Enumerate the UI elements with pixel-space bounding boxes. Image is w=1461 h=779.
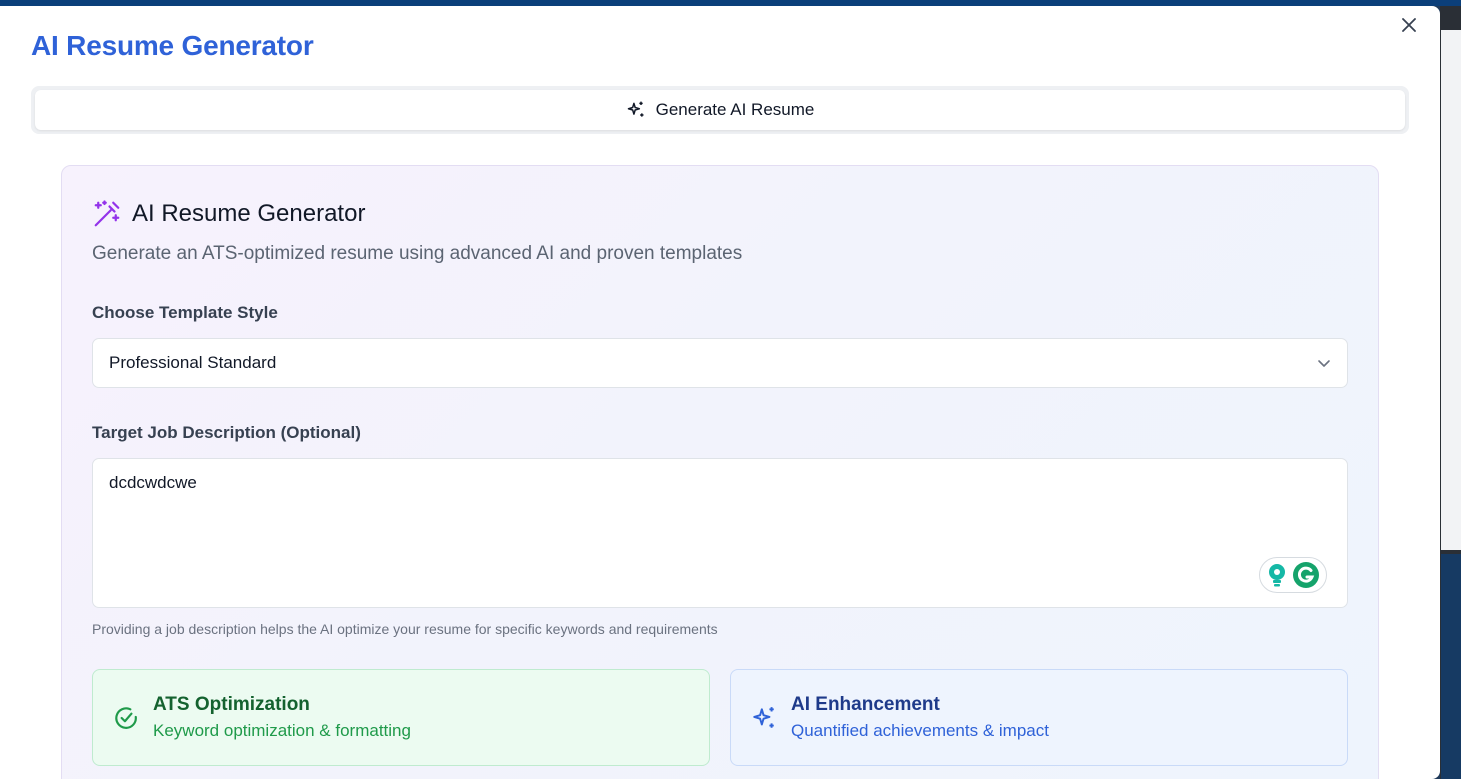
tab-generate-ai-resume[interactable]: Generate AI Resume (35, 90, 1405, 130)
feature-ats-optimization: ATS Optimization Keyword optimization & … (92, 669, 710, 766)
template-style-value: Professional Standard (109, 353, 277, 372)
tab-label: Generate AI Resume (655, 100, 815, 119)
feature-title: AI Enhancement (791, 694, 940, 715)
background-panel (1441, 30, 1461, 550)
background-app (1440, 6, 1461, 779)
job-description-helper: Providing a job description helps the AI… (92, 621, 718, 637)
feature-ai-enhancement: AI Enhancement Quantified achievements &… (730, 669, 1348, 766)
grammarly-icon (1293, 562, 1319, 588)
feature-description: Keyword optimization & formatting (153, 721, 411, 740)
template-style-label: Choose Template Style (92, 303, 278, 322)
close-button[interactable] (1398, 14, 1420, 36)
background-panel-blue (1441, 554, 1461, 779)
job-description-value: dcdcwdcwe (109, 473, 197, 492)
resume-generator-modal: AI Resume Generator Generate AI Resume A… (0, 6, 1440, 779)
job-description-textarea[interactable]: dcdcwdcwe (92, 458, 1348, 608)
card-title: AI Resume Generator (132, 200, 366, 227)
chevron-down-icon (1318, 360, 1330, 367)
modal-title: AI Resume Generator (31, 30, 314, 61)
sparkles-icon (753, 706, 774, 728)
tab-bar: Generate AI Resume (31, 86, 1409, 134)
close-icon (1402, 18, 1416, 32)
magic-wand-icon (94, 200, 120, 227)
job-description-label: Target Job Description (Optional) (92, 423, 361, 442)
template-style-select[interactable]: Professional Standard (92, 338, 1348, 388)
check-circle-icon (115, 706, 137, 729)
feature-description: Quantified achievements & impact (791, 721, 1049, 740)
card-subtitle: Generate an ATS-optimized resume using a… (92, 243, 743, 264)
grammarly-widget[interactable] (1259, 557, 1327, 593)
feature-title: ATS Optimization (153, 694, 310, 715)
sparkles-icon (627, 101, 644, 117)
card-header: AI Resume Generator (92, 199, 365, 229)
generator-card: AI Resume Generator Generate an ATS-opti… (61, 165, 1379, 779)
lightbulb-icon (1269, 564, 1285, 587)
